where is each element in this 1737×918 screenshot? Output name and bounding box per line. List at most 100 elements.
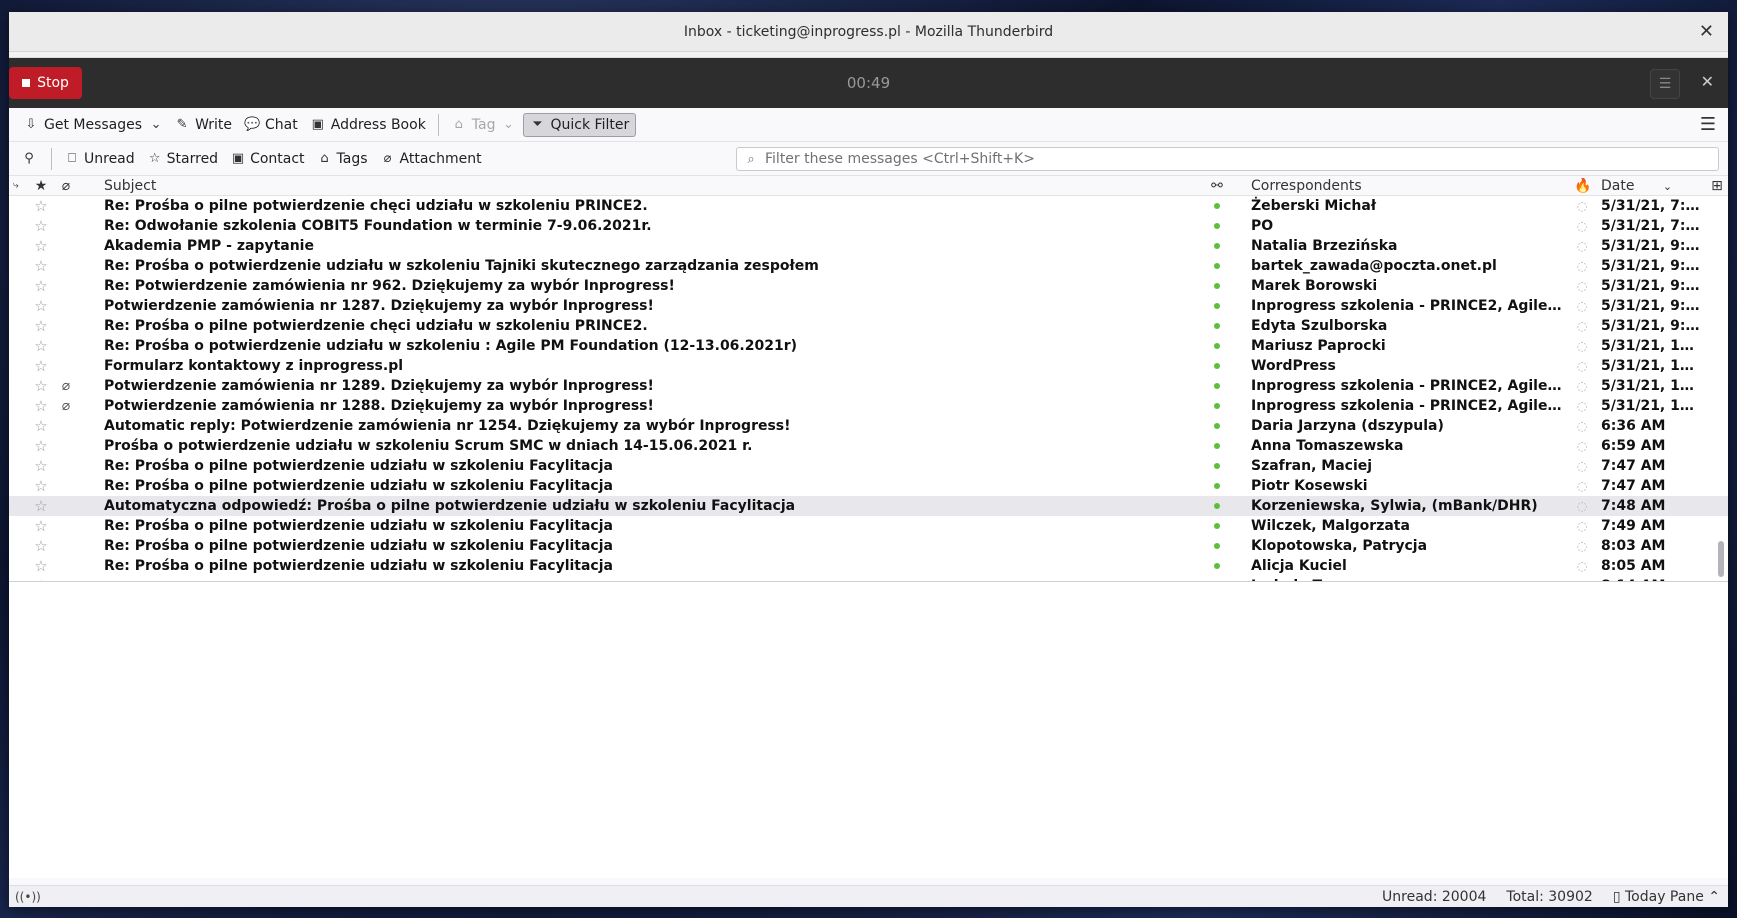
address-book-button[interactable]: ▣ Address Book [304,113,432,137]
star-toggle-icon[interactable]: ☆ [33,476,49,496]
message-row[interactable]: ☆ Re: Odwołanie szkolenia COBIT5 Foundati… [9,216,1728,236]
chat-button[interactable]: 💬 Chat [238,113,304,137]
message-row[interactable]: ☆ Automatyczna odpowiedź: Prośba o pilne … [9,496,1728,516]
star-toggle-icon[interactable]: ☆ [33,236,49,256]
star-toggle-icon[interactable]: ☆ [33,316,49,336]
message-row[interactable]: ☆ Potwierdzenie zamówienia nr 1287. Dzięk… [9,296,1728,316]
star-toggle-icon[interactable]: ☆ [33,576,49,581]
junk-status-icon[interactable]: ◌ [1574,336,1590,356]
attachment-column-icon[interactable]: ⌀ [58,178,74,194]
junk-column-icon[interactable]: 🔥 [1574,178,1590,194]
app-menu-icon[interactable]: ☰ [1700,114,1716,135]
read-status-icon[interactable] [1209,316,1225,336]
star-toggle-icon[interactable]: ☆ [33,556,49,576]
star-toggle-icon[interactable]: ☆ [33,376,49,396]
read-status-icon[interactable] [1209,296,1225,316]
message-row[interactable]: ☆ Re: Prośba o pilne potwierdzenie udział… [9,476,1728,496]
sticky-pin-icon[interactable]: ⚲ [21,151,37,167]
junk-status-icon[interactable]: ◌ [1574,576,1590,581]
star-toggle-icon[interactable]: ☆ [33,196,49,216]
message-row[interactable]: ☆ Formularz kontaktowy z inprogress.pl Wor… [9,356,1728,376]
quick-filter-button[interactable]: ⏷ Quick Filter [522,112,637,137]
message-row[interactable]: ☆ Re: Prośba o potwierdzenie udziału w sz… [9,256,1728,276]
junk-status-icon[interactable]: ◌ [1574,216,1590,236]
junk-status-icon[interactable]: ◌ [1574,436,1590,456]
star-column-icon[interactable]: ★ [33,178,49,194]
junk-status-icon[interactable]: ◌ [1574,356,1590,376]
read-status-icon[interactable] [1209,276,1225,296]
read-status-icon[interactable] [1209,236,1225,256]
read-status-icon[interactable] [1209,336,1225,356]
get-messages-button[interactable]: ⇩ Get Messages [17,113,148,137]
read-status-icon[interactable] [1209,376,1225,396]
message-row[interactable]: ☆ Izabela T... ◌ 8:14 AM [9,576,1728,581]
starred-filter-button[interactable]: ☆ Starred [141,149,224,169]
message-row[interactable]: ☆ Re: Potwierdzenie zamówienia nr 962. Dz… [9,276,1728,296]
window-close-icon[interactable]: ✕ [1699,21,1714,42]
read-status-icon[interactable] [1209,436,1225,456]
message-row[interactable]: ☆ Re: Prośba o pilne potwierdzenie udział… [9,456,1728,476]
filter-messages-input[interactable]: ⌕ Filter these messages <Ctrl+Shift+K> [736,147,1719,171]
message-row[interactable]: ☆ Automatic reply: Potwierdzenie zamówien… [9,416,1728,436]
read-status-icon[interactable] [1209,476,1225,496]
column-picker-icon[interactable]: ⊞ [1709,178,1725,194]
junk-status-icon[interactable]: ◌ [1574,456,1590,476]
tags-filter-button[interactable]: ⌂ Tags [311,149,374,169]
star-toggle-icon[interactable]: ☆ [33,356,49,376]
read-status-icon[interactable] [1209,576,1225,581]
junk-status-icon[interactable]: ◌ [1574,276,1590,296]
message-row[interactable]: ☆ Re: Prośba o pilne potwierdzenie chęci … [9,196,1728,216]
date-column-header[interactable]: Date ⌄ [1601,178,1701,194]
recorder-close-icon[interactable]: ✕ [1701,72,1714,91]
read-status-icon[interactable] [1209,396,1225,416]
attachment-filter-button[interactable]: ⌀ Attachment [374,149,488,169]
recorder-menu-button[interactable]: ☰ [1650,69,1680,99]
junk-status-icon[interactable]: ◌ [1574,396,1590,416]
read-status-icon[interactable] [1209,516,1225,536]
stop-recording-button[interactable]: Stop [9,67,82,99]
read-status-icon[interactable] [1209,416,1225,436]
junk-status-icon[interactable]: ◌ [1574,376,1590,396]
message-row[interactable]: ☆ ⌀ Potwierdzenie zamówienia nr 1288. Dzię… [9,396,1728,416]
contact-filter-button[interactable]: ▣ Contact [224,149,310,169]
junk-status-icon[interactable]: ◌ [1574,316,1590,336]
junk-status-icon[interactable]: ◌ [1574,556,1590,576]
junk-status-icon[interactable]: ◌ [1574,416,1590,436]
correspondents-column-header[interactable]: Correspondents [1251,178,1569,194]
message-row[interactable]: ☆ ⌀ Potwierdzenie zamówienia nr 1289. Dzię… [9,376,1728,396]
message-row[interactable]: ☆ Re: Prośba o pilne potwierdzenie chęci … [9,316,1728,336]
star-toggle-icon[interactable]: ☆ [33,456,49,476]
read-status-icon[interactable] [1209,256,1225,276]
message-row[interactable]: ☆ Re: Prośba o pilne potwierdzenie udział… [9,536,1728,556]
message-row[interactable]: ☆ Re: Prośba o pilne potwierdzenie udział… [9,516,1728,536]
read-status-column-icon[interactable]: ⚯ [1209,178,1225,194]
junk-status-icon[interactable]: ◌ [1574,296,1590,316]
junk-status-icon[interactable]: ◌ [1574,236,1590,256]
star-toggle-icon[interactable]: ☆ [33,396,49,416]
message-row[interactable]: ☆ Akademia PMP - zapytanie Natalia Brzeziń… [9,236,1728,256]
star-toggle-icon[interactable]: ☆ [33,296,49,316]
message-row[interactable]: ☆ Prośba o potwierdzenie udziału w szkole… [9,436,1728,456]
get-messages-dropdown-icon[interactable]: ⌄ [148,117,164,133]
junk-status-icon[interactable]: ◌ [1574,476,1590,496]
read-status-icon[interactable] [1209,216,1225,236]
today-pane-toggle[interactable]: ▯ Today Pane ⌃ [1613,889,1720,905]
star-toggle-icon[interactable]: ☆ [33,336,49,356]
star-toggle-icon[interactable]: ☆ [33,516,49,536]
star-toggle-icon[interactable]: ☆ [33,276,49,296]
star-toggle-icon[interactable]: ☆ [33,536,49,556]
message-row[interactable]: ☆ Re: Prośba o potwierdzenie udziału w sz… [9,336,1728,356]
read-status-icon[interactable] [1209,536,1225,556]
unread-filter-button[interactable]: ⎕ Unread [58,149,141,169]
tag-button[interactable]: ⌂ Tag ⌄ [445,113,523,137]
star-toggle-icon[interactable]: ☆ [33,216,49,236]
write-button[interactable]: ✎ Write [168,113,238,137]
star-toggle-icon[interactable]: ☆ [33,416,49,436]
read-status-icon[interactable] [1209,556,1225,576]
junk-status-icon[interactable]: ◌ [1574,196,1590,216]
junk-status-icon[interactable]: ◌ [1574,496,1590,516]
read-status-icon[interactable] [1209,356,1225,376]
subject-column-header[interactable]: Subject [104,178,1104,194]
read-status-icon[interactable] [1209,196,1225,216]
star-toggle-icon[interactable]: ☆ [33,436,49,456]
